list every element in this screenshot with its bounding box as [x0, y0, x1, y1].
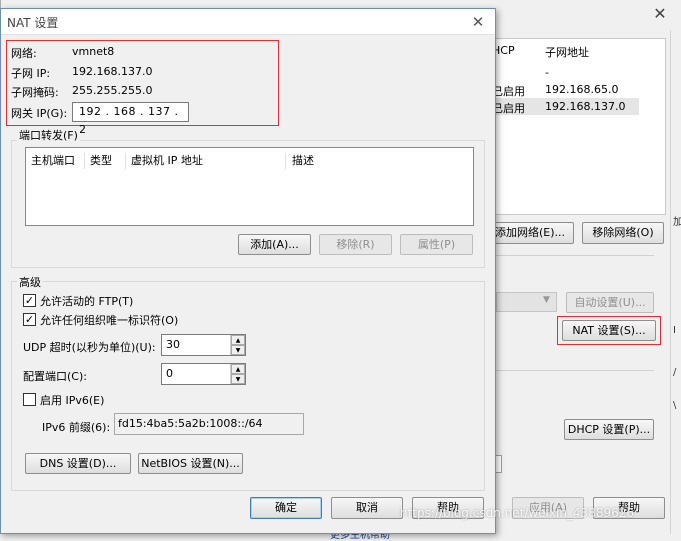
chevron-up-icon[interactable]: ▲ [231, 364, 245, 374]
dialog-title-bar: NAT 设置 ✕ [1, 9, 495, 35]
column-separator [285, 153, 286, 169]
list-row-subnet: - [545, 66, 549, 79]
close-icon[interactable]: ✕ [650, 4, 670, 24]
list-row-dhcp: 已启用 [492, 102, 525, 115]
dns-settings-button[interactable]: DNS 设置(D)... [25, 453, 131, 474]
divider [496, 370, 654, 371]
ipv6-prefix-label: IPv6 前缀(6): [42, 421, 111, 434]
port-properties-button[interactable]: 属性(P) [400, 234, 473, 255]
scrollbar[interactable]: 加 I / \ [670, 30, 681, 534]
network-list[interactable] [486, 38, 666, 215]
clipped-text: I [673, 325, 676, 336]
clipped-text: / [673, 367, 677, 378]
column-type[interactable]: 类型 [90, 152, 112, 170]
column-vm-ip[interactable]: 虚拟机 IP 地址 [131, 152, 203, 170]
list-row-subnet: 192.168.137.0 [545, 100, 626, 113]
remove-network-button[interactable]: 移除网络(O) [582, 222, 664, 244]
gateway-ip-label: 网关 IP(G): [11, 107, 68, 120]
watermark: https://blog.csdn.net/weixin_43889626 [400, 506, 635, 520]
column-description[interactable]: 描述 [292, 152, 314, 170]
clipped-text: \ [673, 400, 677, 411]
udp-timeout-value[interactable]: 30 [166, 338, 180, 351]
udp-timeout-spinner[interactable]: 30 ▲ ▼ [161, 334, 246, 356]
spinner-buttons: ▲ ▼ [230, 364, 245, 384]
dhcp-settings-button[interactable]: DHCP 设置(P)... [564, 419, 654, 440]
column-host-port[interactable]: 主机端口 [31, 152, 75, 170]
chevron-up-icon[interactable]: ▲ [231, 335, 245, 345]
subnet-ip-label: 子网 IP: [11, 67, 51, 80]
cancel-button[interactable]: 取消 [331, 497, 403, 519]
chevron-down-icon[interactable]: ▼ [231, 374, 245, 384]
clipped-text: 加 [673, 217, 681, 228]
allow-oui-label[interactable]: 允许任何组织唯一标识符(O) [40, 312, 178, 328]
network-value: vmnet8 [72, 45, 115, 58]
column-separator [125, 153, 126, 169]
udp-timeout-label: UDP 超时(以秒为单位)(U): [23, 341, 156, 354]
subnet-mask-value: 255.255.255.0 [72, 84, 153, 97]
config-port-value[interactable]: 0 [166, 367, 173, 380]
dialog-title: NAT 设置 [7, 16, 59, 30]
subnet-mask-label: 子网掩码: [11, 86, 59, 99]
config-port-label: 配置端口(C): [23, 370, 87, 383]
enable-ipv6-checkbox[interactable] [23, 393, 36, 406]
port-forwarding-list[interactable]: 主机端口 类型 虚拟机 IP 地址 描述 [25, 147, 474, 226]
netbios-settings-button[interactable]: NetBIOS 设置(N)... [138, 453, 243, 474]
allow-oui-checkbox[interactable]: ✓ [23, 313, 36, 326]
ipv6-prefix-field[interactable]: fd15:4ba5:5a2b:1008::/64 [114, 413, 304, 435]
advanced-label: 高级 [17, 274, 43, 290]
column-separator [84, 153, 85, 169]
enable-ipv6-label[interactable]: 启用 IPv6(E) [40, 392, 104, 408]
allow-ftp-checkbox[interactable]: ✓ [23, 294, 36, 307]
auto-settings-button[interactable]: 自动设置(U)... [566, 292, 654, 313]
allow-ftp-label[interactable]: 允许活动的 FTP(T) [40, 293, 133, 309]
spinner-buttons: ▲ ▼ [230, 335, 245, 355]
remove-port-button[interactable]: 移除(R) [319, 234, 392, 255]
divider [496, 255, 654, 256]
nat-settings-dialog: NAT 设置 ✕ 网络: vmnet8 子网 IP: 192.168.137.0… [0, 8, 496, 534]
gateway-ip-field[interactable]: 192 . 168 . 137 . 2 [72, 102, 189, 136]
nat-settings-button[interactable]: NAT 设置(S)... [562, 320, 656, 341]
add-port-button[interactable]: 添加(A)... [238, 234, 311, 255]
add-network-button[interactable]: 添加网络(E)... [486, 222, 574, 244]
chevron-down-icon: ▼ [543, 295, 550, 305]
close-icon[interactable]: ✕ [467, 12, 489, 32]
network-label: 网络: [11, 47, 37, 60]
chevron-down-icon[interactable]: ▼ [231, 345, 245, 355]
list-column-subnet[interactable]: 子网地址 [545, 44, 589, 60]
subnet-ip-value: 192.168.137.0 [72, 65, 153, 78]
ok-button[interactable]: 确定 [250, 497, 322, 519]
port-forwarding-label: 端口转发(F) [17, 127, 80, 143]
config-port-spinner[interactable]: 0 ▲ ▼ [161, 363, 246, 385]
